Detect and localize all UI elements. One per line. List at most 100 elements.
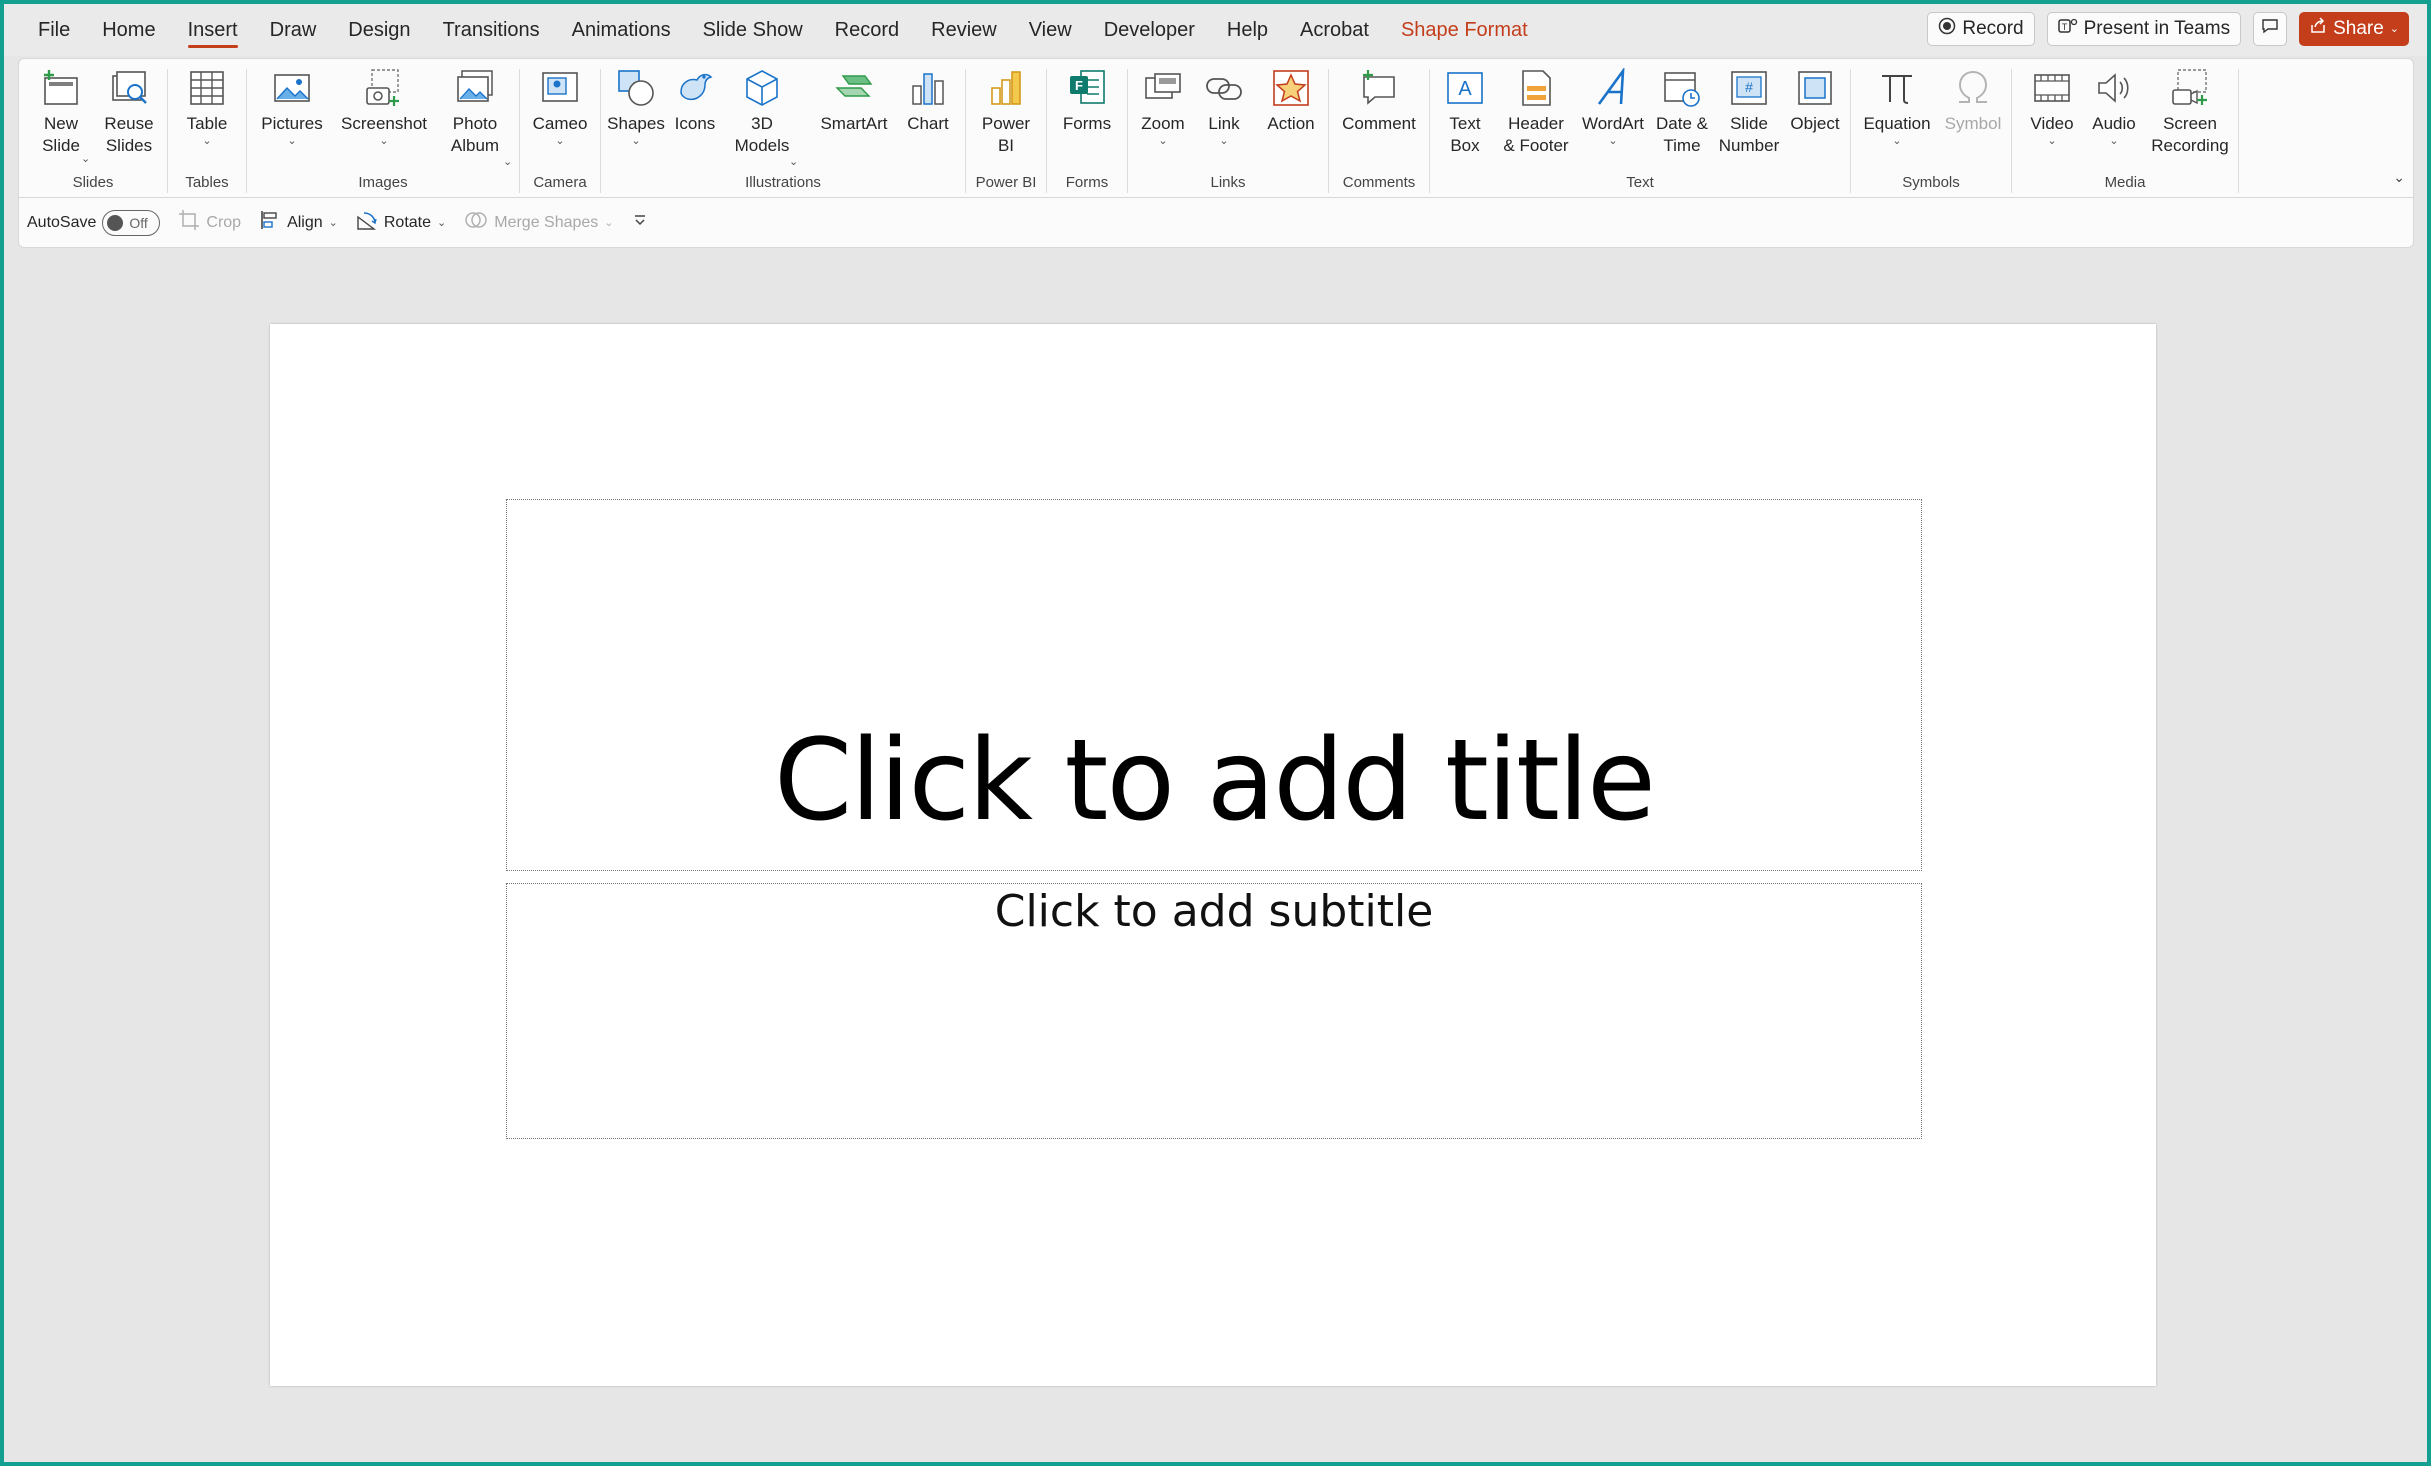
- symbol-button[interactable]: Symbol: [1939, 67, 2007, 135]
- smartart-button[interactable]: SmartArt: [815, 67, 893, 135]
- slide-canvas[interactable]: Click to add title Click to add subtitle: [270, 324, 2156, 1386]
- crop-button[interactable]: Crop: [178, 209, 241, 236]
- pictures-button[interactable]: Pictures ⌄: [257, 67, 327, 147]
- reuse-slides-button[interactable]: Reuse Slides: [99, 67, 159, 157]
- 3d-models-label: 3D Models: [734, 114, 790, 155]
- ribbon-collapse-chevron-icon[interactable]: ⌄: [2393, 169, 2405, 186]
- tab-help[interactable]: Help: [1211, 4, 1284, 56]
- cameo-label: Cameo: [532, 114, 588, 133]
- photo-album-button[interactable]: Photo Album ⌄: [435, 67, 515, 168]
- tab-design[interactable]: Design: [332, 4, 426, 56]
- group-label-comments: Comments: [1342, 174, 1416, 191]
- link-label: Link: [1208, 114, 1240, 133]
- merge-shapes-button[interactable]: Merge Shapes ⌄: [464, 209, 614, 236]
- tab-acrobat[interactable]: Acrobat: [1284, 4, 1385, 56]
- tab-file[interactable]: File: [22, 4, 86, 56]
- tab-transitions[interactable]: Transitions: [427, 4, 556, 56]
- screen-recording-label: Screen Recording: [2151, 114, 2229, 155]
- shapes-button[interactable]: Shapes ⌄: [607, 67, 665, 147]
- chart-button[interactable]: Chart: [897, 67, 959, 135]
- title-placeholder-text: Click to add title: [774, 716, 1656, 846]
- header-footer-icon: [1516, 67, 1556, 109]
- rotate-button[interactable]: Rotate ⌄: [356, 209, 446, 236]
- present-label: Present in Teams: [2083, 18, 2231, 39]
- audio-button[interactable]: Audio ⌄: [2084, 67, 2144, 147]
- ribbon-tabs: File Home Insert Draw Design Transitions…: [4, 4, 1544, 56]
- shapes-label: Shapes: [607, 114, 665, 133]
- photo-album-icon: [455, 67, 495, 109]
- present-in-teams-button[interactable]: T Present in Teams: [2046, 12, 2242, 46]
- slide-number-button[interactable]: # Slide Number: [1716, 67, 1782, 157]
- comment-button[interactable]: Comment: [1337, 67, 1421, 135]
- chevron-down-icon: ⌄: [2047, 135, 2057, 147]
- tab-slide-show[interactable]: Slide Show: [687, 4, 819, 56]
- tab-review[interactable]: Review: [915, 4, 1013, 56]
- toggle-knob: [107, 214, 124, 231]
- comment-label: Comment: [1342, 114, 1416, 133]
- tab-view[interactable]: View: [1013, 4, 1088, 56]
- share-button[interactable]: Share ⌄: [2299, 12, 2409, 46]
- cameo-icon: [540, 67, 580, 109]
- forms-button[interactable]: F Forms: [1057, 67, 1117, 135]
- tab-record[interactable]: Record: [819, 4, 915, 56]
- ribbon: New Slide ⌄ Reuse Slides Slides Table ⌄ …: [18, 58, 2414, 198]
- action-label: Action: [1267, 114, 1315, 133]
- forms-icon: F: [1067, 67, 1107, 109]
- group-camera: Cameo ⌄ Camera: [520, 59, 600, 199]
- table-button[interactable]: Table ⌄: [177, 67, 237, 147]
- screenshot-label: Screenshot: [341, 114, 427, 133]
- cameo-button[interactable]: Cameo ⌄: [530, 67, 590, 147]
- object-button[interactable]: Object: [1784, 67, 1846, 135]
- tab-draw[interactable]: Draw: [254, 4, 333, 56]
- action-button[interactable]: Action: [1260, 67, 1322, 135]
- date-time-button[interactable]: Date & Time: [1650, 67, 1714, 157]
- group-label-power-bi: Power BI: [975, 174, 1037, 191]
- link-button[interactable]: Link ⌄: [1194, 67, 1254, 147]
- title-placeholder[interactable]: Click to add title: [506, 499, 1922, 871]
- zoom-button[interactable]: Zoom ⌄: [1132, 67, 1194, 147]
- align-button[interactable]: Align ⌄: [259, 209, 338, 236]
- omega-icon: [1953, 67, 1993, 109]
- share-label: Share: [2333, 18, 2384, 39]
- tab-developer[interactable]: Developer: [1088, 4, 1211, 56]
- video-button[interactable]: Video ⌄: [2022, 67, 2082, 147]
- tab-shape-format[interactable]: Shape Format: [1385, 4, 1544, 56]
- table-icon: [187, 67, 227, 109]
- comments-button[interactable]: [2253, 12, 2288, 46]
- screenshot-button[interactable]: Screenshot ⌄: [341, 67, 427, 147]
- tab-home[interactable]: Home: [86, 4, 171, 56]
- align-label: Align: [287, 213, 323, 231]
- new-slide-button[interactable]: New Slide ⌄: [31, 67, 91, 165]
- chevron-down-icon: ⌄: [555, 135, 565, 147]
- 3d-models-button[interactable]: 3D Models ⌄: [723, 67, 801, 168]
- group-separator: [2238, 69, 2239, 193]
- reuse-slides-label: Reuse Slides: [104, 114, 154, 155]
- header-footer-button[interactable]: Header & Footer: [1496, 67, 1576, 157]
- photo-album-label: Photo Album: [450, 114, 500, 155]
- quick-access-toolbar: AutoSave Off Crop Align ⌄ Rotate ⌄ Merge…: [18, 198, 2414, 248]
- autosave-toggle[interactable]: Off: [102, 209, 161, 236]
- tab-insert[interactable]: Insert: [172, 4, 254, 56]
- screen-recording-button[interactable]: Screen Recording: [2146, 67, 2234, 157]
- text-box-button[interactable]: A Text Box: [1434, 67, 1496, 157]
- chevron-down-icon: ⌄: [1219, 135, 1229, 147]
- tab-animations[interactable]: Animations: [556, 4, 687, 56]
- table-label: Table: [186, 114, 228, 133]
- share-chevron-icon[interactable]: ⌄: [2390, 23, 2399, 35]
- wordart-button[interactable]: WordArt ⌄: [1578, 67, 1648, 147]
- record-button[interactable]: Record: [1927, 12, 2035, 46]
- customize-toolbar-button[interactable]: [632, 212, 648, 233]
- zoom-label: Zoom: [1141, 114, 1185, 133]
- subtitle-placeholder[interactable]: Click to add subtitle: [506, 883, 1922, 1139]
- group-label-images: Images: [358, 174, 408, 191]
- forms-label: Forms: [1062, 114, 1112, 133]
- chevron-down-icon: ⌄: [789, 156, 799, 168]
- rotate-icon: [356, 209, 378, 236]
- icons-button[interactable]: Icons: [667, 67, 723, 135]
- power-bi-button[interactable]: Power BI: [976, 67, 1036, 157]
- audio-label: Audio: [2092, 114, 2136, 133]
- subtitle-placeholder-text: Click to add subtitle: [994, 886, 1434, 937]
- equation-button[interactable]: Equation ⌄: [1855, 67, 1939, 147]
- chevron-down-icon: ⌄: [379, 135, 389, 147]
- chevron-down-icon: ⌄: [287, 135, 297, 147]
